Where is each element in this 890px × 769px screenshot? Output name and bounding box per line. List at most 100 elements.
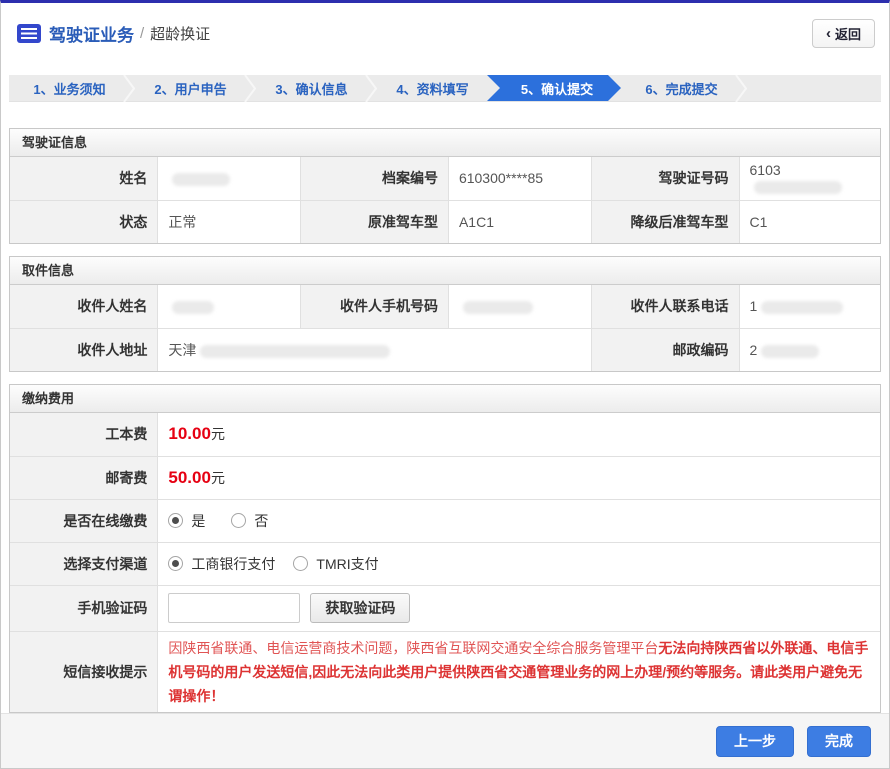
- license-no-label: 驾驶证号码: [591, 157, 739, 200]
- name-value: [158, 157, 301, 200]
- postcode-label: 邮政编码: [591, 328, 739, 371]
- redacted-value: [754, 181, 842, 194]
- footer-action-bar: 上一步 完成: [1, 713, 889, 768]
- breadcrumb-separator: /: [140, 25, 144, 42]
- channel-icbc-option[interactable]: 工商银行支付: [168, 554, 275, 574]
- step-wizard: 1、业务须知 2、用户申告 3、确认信息 4、资料填写 5、确认提交 6、完成提…: [9, 75, 881, 102]
- redacted-value: [761, 301, 843, 314]
- chevron-left-icon: ‹: [826, 26, 831, 41]
- sms-tip-normal: 因陕西省联通、电信运营商技术问题，陕西省互联网交通安全综合服务管理平台: [168, 640, 658, 656]
- step-divider-icon: [123, 75, 135, 102]
- table-row: 邮寄费 50.00元: [10, 456, 880, 499]
- redacted-value: [172, 173, 230, 186]
- online-pay-no-label: 否: [254, 511, 268, 531]
- online-pay-yes-option[interactable]: 是: [168, 511, 205, 531]
- step-1-business-notice[interactable]: 1、业务须知: [9, 75, 130, 101]
- pickup-info-table: 收件人姓名 收件人手机号码 收件人联系电话 1 收件人地址 天津 邮政编码 2: [10, 285, 880, 371]
- table-row: 手机验证码 获取验证码: [10, 585, 880, 631]
- downgraded-class-value: C1: [739, 200, 880, 243]
- status-label: 状态: [10, 200, 158, 243]
- orig-class-value: A1C1: [448, 200, 591, 243]
- table-row: 工本费 10.00元: [10, 413, 880, 456]
- recipient-address-label: 收件人地址: [10, 328, 158, 371]
- sms-code-cell: 获取验证码: [158, 585, 880, 631]
- channel-icbc-label: 工商银行支付: [191, 554, 275, 574]
- list-icon: [17, 24, 41, 43]
- redacted-value: [761, 345, 819, 358]
- step-divider-icon: [365, 75, 377, 102]
- postcode-value: 2: [739, 328, 880, 371]
- name-label: 姓名: [10, 157, 158, 200]
- step-label: 3、确认信息: [275, 79, 347, 98]
- sms-code-label: 手机验证码: [10, 585, 158, 631]
- step-label: 5、确认提交: [521, 79, 593, 98]
- file-no-label: 档案编号: [301, 157, 449, 200]
- payment-section: 缴纳费用 工本费 10.00元 邮寄费 50.00元 是否在线缴费: [9, 384, 881, 713]
- fee-unit: 元: [211, 470, 225, 486]
- page: 驾驶证业务 / 超龄换证 ‹ 返回 1、业务须知 2、用户申告 3、确认信息 4…: [0, 0, 890, 769]
- redacted-value: [463, 301, 533, 314]
- step-label: 6、完成提交: [645, 79, 717, 98]
- table-row: 收件人地址 天津 邮政编码 2: [10, 328, 880, 371]
- channel-options: 工商银行支付 TMRI支付: [158, 542, 880, 585]
- table-row: 是否在线缴费 是 否: [10, 499, 880, 542]
- breadcrumb-current: 超龄换证: [150, 23, 210, 44]
- postage-fee-label: 邮寄费: [10, 456, 158, 499]
- previous-step-button[interactable]: 上一步: [716, 726, 794, 757]
- payment-table: 工本费 10.00元 邮寄费 50.00元 是否在线缴费 是: [10, 413, 880, 712]
- recipient-mobile-label: 收件人手机号码: [301, 285, 449, 328]
- status-value: 正常: [158, 200, 301, 243]
- recipient-name-value: [158, 285, 301, 328]
- online-pay-no-option[interactable]: 否: [231, 511, 268, 531]
- step-bar-filler: [742, 75, 881, 101]
- orig-class-label: 原准驾车型: [301, 200, 449, 243]
- finish-button[interactable]: 完成: [807, 726, 871, 757]
- table-row: 状态 正常 原准驾车型 A1C1 降级后准驾车型 C1: [10, 200, 880, 243]
- sms-code-input[interactable]: [168, 593, 300, 623]
- license-info-table: 姓名 档案编号 610300****85 驾驶证号码 6103 状态 正常 原准…: [10, 157, 880, 243]
- payment-section-title: 缴纳费用: [10, 385, 880, 413]
- redacted-value: [200, 345, 390, 358]
- table-row: 选择支付渠道 工商银行支付 TMRI支付: [10, 542, 880, 585]
- step-2-user-declaration[interactable]: 2、用户申告: [130, 75, 251, 101]
- fee-unit: 元: [211, 426, 225, 442]
- get-code-button[interactable]: 获取验证码: [310, 593, 410, 623]
- recipient-mobile-value: [448, 285, 591, 328]
- online-pay-label: 是否在线缴费: [10, 499, 158, 542]
- license-no-value: 6103: [739, 157, 880, 200]
- recipient-address-value: 天津: [158, 328, 591, 371]
- postage-fee-value: 50.00元: [158, 456, 880, 499]
- step-label: 4、资料填写: [396, 79, 468, 98]
- production-fee-label: 工本费: [10, 413, 158, 456]
- online-pay-yes-label: 是: [191, 511, 205, 531]
- pickup-info-section-title: 取件信息: [10, 257, 880, 285]
- step-3-confirm-info[interactable]: 3、确认信息: [251, 75, 372, 101]
- step-5-confirm-submit-active[interactable]: 5、确认提交: [487, 75, 621, 101]
- pickup-info-section: 取件信息 收件人姓名 收件人手机号码 收件人联系电话 1 收件人地址 天津 邮政…: [9, 256, 881, 372]
- step-6-complete-submit[interactable]: 6、完成提交: [621, 75, 742, 101]
- channel-tmri-label: TMRI支付: [316, 554, 378, 574]
- online-pay-options: 是 否: [158, 499, 880, 542]
- back-button[interactable]: ‹ 返回: [812, 19, 875, 48]
- step-label: 2、用户申告: [154, 79, 226, 98]
- file-no-value: 610300****85: [448, 157, 591, 200]
- page-title: 驾驶证业务: [49, 21, 134, 46]
- redacted-value: [172, 301, 214, 314]
- recipient-phone-value: 1: [739, 285, 880, 328]
- step-4-fill-materials[interactable]: 4、资料填写: [372, 75, 493, 101]
- step-divider-icon: [735, 75, 747, 102]
- license-info-section: 驾驶证信息 姓名 档案编号 610300****85 驾驶证号码 6103 状态…: [9, 128, 881, 244]
- step-label: 1、业务须知: [33, 79, 105, 98]
- radio-unchecked-icon[interactable]: [293, 556, 308, 571]
- production-fee-amount: 10.00: [168, 424, 211, 443]
- recipient-phone-label: 收件人联系电话: [591, 285, 739, 328]
- step-divider-icon: [244, 75, 256, 102]
- recipient-name-label: 收件人姓名: [10, 285, 158, 328]
- radio-checked-icon[interactable]: [168, 513, 183, 528]
- channel-tmri-option[interactable]: TMRI支付: [293, 554, 378, 574]
- radio-checked-icon[interactable]: [168, 556, 183, 571]
- radio-unchecked-icon[interactable]: [231, 513, 246, 528]
- sms-tip-text: 因陕西省联通、电信运营商技术问题，陕西省互联网交通安全综合服务管理平台无法向持陕…: [158, 631, 880, 712]
- back-button-label: 返回: [835, 24, 861, 43]
- channel-label: 选择支付渠道: [10, 542, 158, 585]
